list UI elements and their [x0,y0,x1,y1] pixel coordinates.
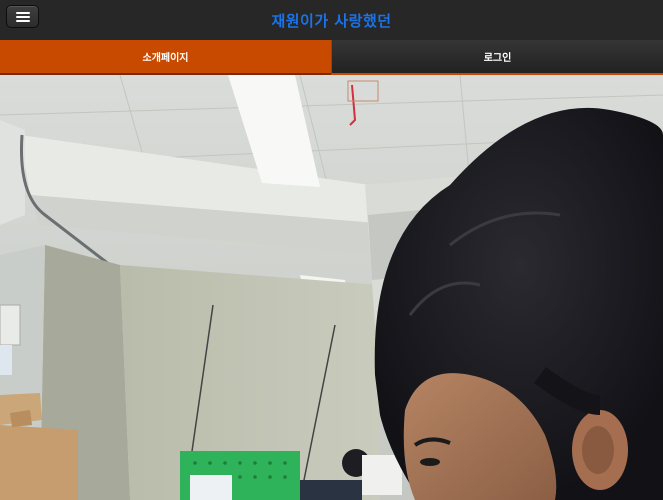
tab-intro-page[interactable]: 소개페이지 [0,40,331,75]
tab-label: 소개페이지 [142,53,189,64]
main-photo [0,75,663,500]
tab-login[interactable]: 로그인 [331,40,663,75]
app-header: 재원이가 사랑했던 [0,0,663,40]
tab-label: 로그인 [483,53,512,64]
page-title: 재원이가 사랑했던 [271,12,392,30]
nav-tabs: 소개페이지 로그인 [0,40,663,75]
